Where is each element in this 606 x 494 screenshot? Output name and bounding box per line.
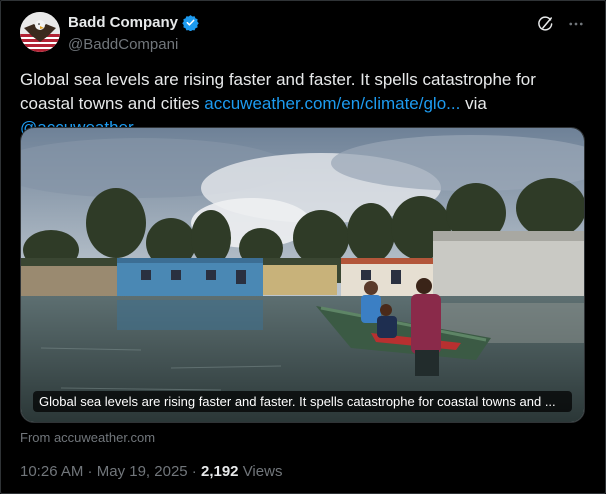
avatar[interactable] xyxy=(20,12,60,52)
eagle-avatar-icon xyxy=(20,12,60,52)
views-count[interactable]: 2,192 xyxy=(201,463,239,480)
card-source[interactable]: From accuweather.com xyxy=(20,430,155,445)
tweet-meta: 10:26 AM · May 19, 2025 · 2,192 Views xyxy=(20,463,282,480)
verified-badge-icon xyxy=(182,15,199,31)
via-text: via xyxy=(460,94,487,113)
more-icon xyxy=(569,22,583,26)
slash-circle-icon xyxy=(538,16,553,31)
meta-separator: · xyxy=(187,463,201,480)
card-caption: Global sea levels are rising faster and … xyxy=(33,391,572,412)
top-actions xyxy=(536,14,586,34)
more-button[interactable] xyxy=(566,14,586,34)
handle[interactable]: @BaddCompani xyxy=(68,36,178,53)
flood-photo xyxy=(21,128,584,422)
tweet-date[interactable]: May 19, 2025 xyxy=(97,463,188,480)
meta-separator: · xyxy=(83,463,97,480)
tweet-time[interactable]: 10:26 AM xyxy=(20,463,83,480)
views-label: Views xyxy=(238,463,283,480)
link-card-image[interactable]: Global sea levels are rising faster and … xyxy=(20,127,585,423)
grok-button[interactable] xyxy=(536,14,556,34)
article-link[interactable]: accuweather.com/en/climate/glo... xyxy=(204,94,460,113)
display-name[interactable]: Badd Company xyxy=(68,14,178,31)
name-row: Badd Company xyxy=(68,14,199,31)
